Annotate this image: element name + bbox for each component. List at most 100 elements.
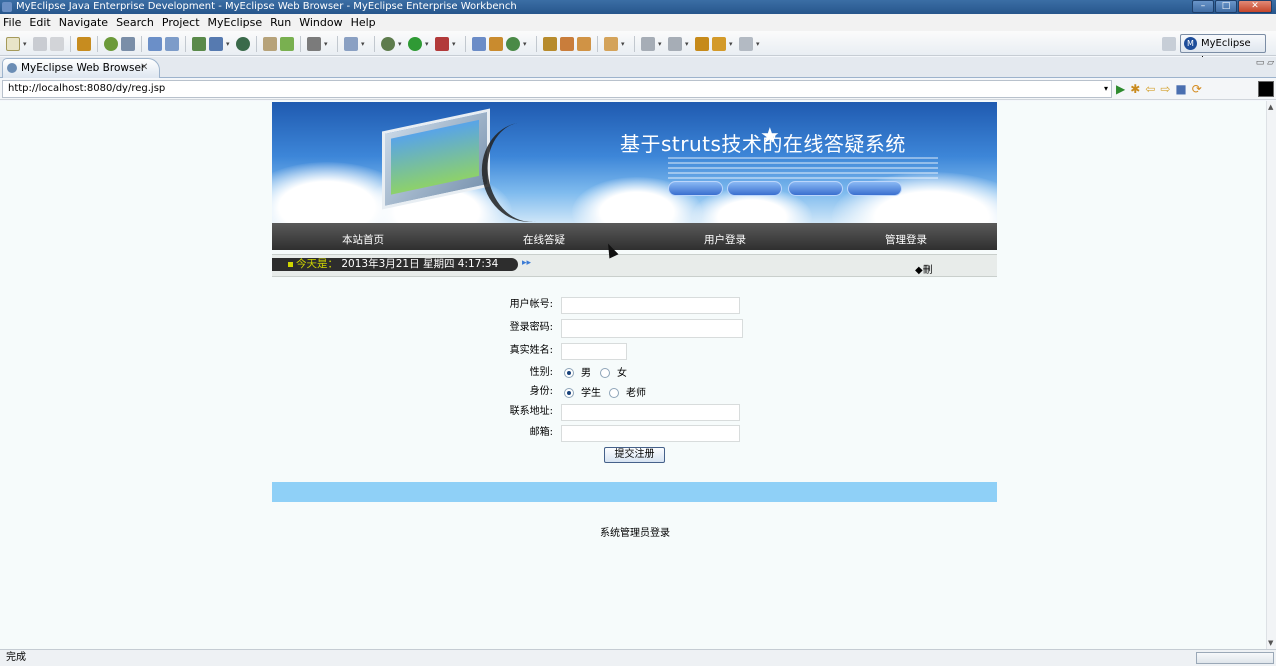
tab-label: MyEclipse Web Browser <box>21 62 146 74</box>
menu-file[interactable]: File <box>0 14 26 31</box>
menu-navigate[interactable]: Navigate <box>56 14 113 31</box>
next-annotation-icon[interactable] <box>641 37 655 51</box>
close-button[interactable]: ✕ <box>1238 0 1272 13</box>
run-server-icon[interactable] <box>192 37 206 51</box>
stop-icon[interactable]: ■ <box>1175 82 1186 96</box>
perspective-button[interactable]: M MyEclipse J... <box>1180 34 1266 66</box>
save-icon[interactable] <box>33 37 47 51</box>
menu-window[interactable]: Window <box>296 14 347 31</box>
maximize-button[interactable]: □ <box>1215 0 1237 13</box>
browser-back-icon[interactable]: ⇦ <box>1145 82 1155 96</box>
menu-run[interactable]: Run <box>267 14 296 31</box>
nav-home[interactable]: 本站首页 <box>342 223 384 257</box>
status-text: 完成 <box>6 652 26 663</box>
new-package-icon[interactable] <box>489 37 503 51</box>
nav-admin-login[interactable]: 管理登录 <box>885 223 927 257</box>
back-icon[interactable] <box>712 37 726 51</box>
url-dropdown-icon[interactable]: ▾ <box>1104 81 1108 97</box>
go-icon[interactable]: ▶ <box>1116 82 1125 96</box>
bullet-icon <box>288 262 293 267</box>
role-student-radio[interactable] <box>564 388 574 398</box>
package-icon[interactable] <box>77 37 91 51</box>
menu-project[interactable]: Project <box>159 14 205 31</box>
annotation-icon[interactable] <box>604 37 618 51</box>
submit-button[interactable]: 提交注册 <box>604 447 665 463</box>
date-bar: 今天是： 2013年3月21日 星期四 4:17:34 ▸▸ ◆刪 <box>272 254 997 277</box>
banner-pill-button <box>727 181 782 196</box>
new-dropdown-icon[interactable]: ▾ <box>23 40 30 48</box>
last-edit-icon[interactable] <box>695 37 709 51</box>
double-arrow-icon: ▸▸ <box>522 258 532 268</box>
open-resource-icon[interactable] <box>560 37 574 51</box>
tab-close-icon[interactable]: ✕ <box>140 59 148 77</box>
run-icon[interactable] <box>408 37 422 51</box>
url-input[interactable]: http://localhost:8080/dy/reg.jsp ▾ <box>2 80 1112 98</box>
window-titlebar: MyEclipse Java Enterprise Development - … <box>0 0 1276 14</box>
add-icon[interactable] <box>280 37 294 51</box>
myeclipse-logo-icon: M <box>1184 37 1197 50</box>
gender-label: 性别: <box>529 367 553 378</box>
nav-online-qa[interactable]: 在线答疑 <box>523 223 565 257</box>
open-folder-icon[interactable] <box>263 37 277 51</box>
status-bar: 完成 <box>0 649 1276 666</box>
new-icon[interactable] <box>6 37 20 51</box>
username-input[interactable] <box>561 297 740 314</box>
scroll-down-icon[interactable]: ▼ <box>1268 639 1273 647</box>
main-toolbar: ▾ ▾ ▾ ▾ ▾ ▾ ▾ ▾ ▾ ▾ ▾ ▾ ▾ M MyEclipse <box>0 31 1276 66</box>
search-icon[interactable] <box>577 37 591 51</box>
date-prefix: 今天是： <box>296 258 338 270</box>
scroll-up-icon[interactable]: ▲ <box>1268 103 1273 111</box>
banner-subtext-graphic <box>668 157 938 179</box>
banner-pill-button <box>788 181 843 196</box>
forward-icon[interactable] <box>739 37 753 51</box>
address-label: 联系地址: <box>509 406 553 417</box>
favorites-icon[interactable]: ✱ <box>1130 82 1140 96</box>
site-banner: 基于struts技术的在线答疑系统 ★ <box>272 102 997 223</box>
bug-icon[interactable] <box>381 37 395 51</box>
print-icon[interactable] <box>50 37 64 51</box>
camera-icon[interactable] <box>307 37 321 51</box>
menu-edit[interactable]: Edit <box>26 14 55 31</box>
minimize-button[interactable]: – <box>1192 0 1214 13</box>
open-type-icon[interactable] <box>543 37 557 51</box>
address-input[interactable] <box>561 404 740 421</box>
prev-annotation-icon[interactable] <box>668 37 682 51</box>
undeploy-icon[interactable] <box>165 37 179 51</box>
progress-bar <box>1196 652 1274 664</box>
email-input[interactable] <box>561 425 740 442</box>
menu-bar: File Edit Navigate Search Project MyEcli… <box>0 14 1276 31</box>
role-teacher-radio[interactable] <box>609 388 619 398</box>
deploy-icon[interactable] <box>148 37 162 51</box>
tab-myeclipse-web-browser[interactable]: MyEclipse Web Browser ✕ <box>2 58 160 78</box>
menu-help[interactable]: Help <box>348 14 381 31</box>
gender-male-radio[interactable] <box>564 368 574 378</box>
banner-pill-button <box>847 181 902 196</box>
open-perspective-icon[interactable] <box>1162 36 1176 51</box>
star-icon: ★ <box>760 124 780 149</box>
vertical-scrollbar[interactable]: ▲ ▼ <box>1266 101 1276 649</box>
admin-login-link[interactable]: 系统管理员登录 <box>600 524 670 539</box>
view-min-max-icons[interactable]: ▭ ▱ <box>1256 58 1274 68</box>
debug-icon[interactable] <box>104 37 118 51</box>
browser-forward-icon[interactable]: ⇨ <box>1160 82 1170 96</box>
password-input[interactable] <box>561 319 743 338</box>
server-config-icon[interactable] <box>209 37 223 51</box>
realname-label: 真实姓名: <box>509 345 553 356</box>
realname-input[interactable] <box>561 343 627 360</box>
new-interface-icon[interactable] <box>506 37 520 51</box>
nav-user-login[interactable]: 用户登录 <box>704 223 746 257</box>
role-label: 身份: <box>529 386 553 397</box>
wizard-icon[interactable] <box>344 37 358 51</box>
gender-female-label: 女 <box>617 368 627 379</box>
site-navbar: 本站首页 在线答疑 用户登录 管理登录 <box>272 223 997 250</box>
server-icon[interactable] <box>121 37 135 51</box>
new-class-icon[interactable] <box>472 37 486 51</box>
gender-female-radio[interactable] <box>600 368 610 378</box>
external-tools-icon[interactable] <box>435 37 449 51</box>
devtools-icon[interactable] <box>1258 81 1274 97</box>
menu-search[interactable]: Search <box>113 14 159 31</box>
banner-pill-button <box>668 181 723 196</box>
refresh-icon[interactable]: ⟳ <box>1192 82 1202 96</box>
globe-icon[interactable] <box>236 37 250 51</box>
menu-myeclipse[interactable]: MyEclipse <box>205 14 268 31</box>
